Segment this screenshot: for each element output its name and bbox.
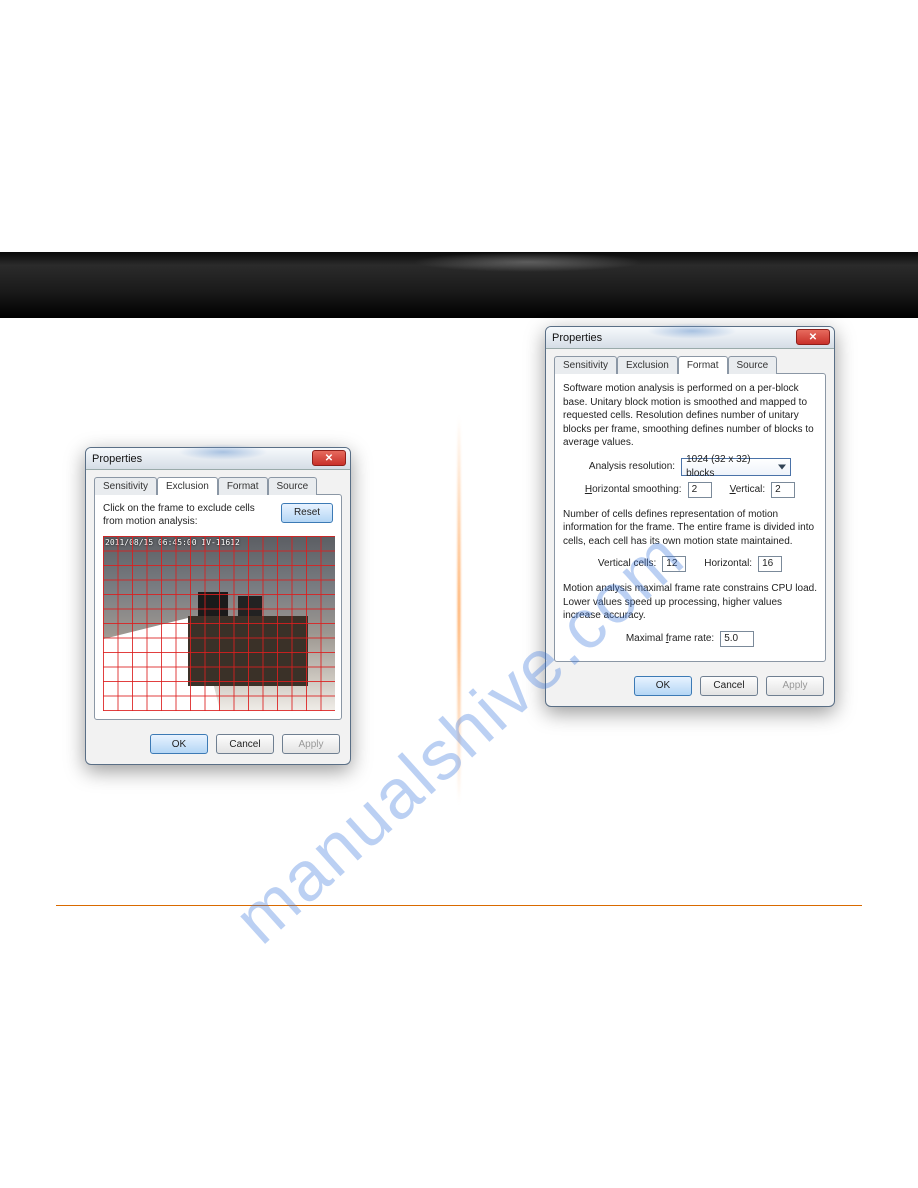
tab-exclusion[interactable]: Exclusion (617, 356, 678, 374)
analysis-resolution-select[interactable]: 1024 (32 x 32) blocks (681, 458, 791, 476)
close-icon: ✕ (325, 453, 333, 464)
titlebar[interactable]: Properties ✕ (546, 327, 834, 349)
tab-panel: Click on the frame to exclude cells from… (94, 494, 342, 720)
tab-format[interactable]: Format (218, 477, 268, 495)
titlebar[interactable]: Properties ✕ (86, 448, 350, 470)
tab-bar: Sensitivity Exclusion Format Source (86, 470, 350, 494)
tab-exclusion[interactable]: Exclusion (157, 477, 218, 495)
horizontal-cells-input[interactable]: 16 (758, 556, 782, 572)
tab-sensitivity[interactable]: Sensitivity (94, 477, 157, 495)
cancel-button[interactable]: Cancel (216, 734, 274, 754)
vertical-smoothing-label: Vertical: (730, 483, 766, 497)
window-title: Properties (92, 453, 142, 465)
tab-panel: Software motion analysis is performed on… (554, 373, 826, 662)
exclusion-grid[interactable] (103, 536, 335, 711)
center-light-flare (458, 330, 461, 890)
tab-format[interactable]: Format (678, 356, 728, 374)
page-header-band (0, 252, 918, 318)
window-title: Properties (552, 332, 602, 344)
cancel-button[interactable]: Cancel (700, 676, 758, 696)
vertical-cells-input[interactable]: 12 (662, 556, 686, 572)
motion-preview-frame[interactable]: 2011/08/15 06:45:00 IV-11612 (103, 536, 335, 711)
apply-button[interactable]: Apply (766, 676, 824, 696)
maximal-framerate-input[interactable]: 5.0 (720, 631, 754, 647)
ok-button[interactable]: OK (150, 734, 208, 754)
tab-source[interactable]: Source (728, 356, 778, 374)
cells-description: Number of cells defines representation o… (563, 508, 817, 549)
analysis-resolution-label: Analysis resolution: (589, 460, 675, 474)
format-intro-text: Software motion analysis is performed on… (563, 382, 817, 450)
dialog-button-row: OK Cancel Apply (86, 728, 350, 764)
apply-button[interactable]: Apply (282, 734, 340, 754)
footer-divider (56, 905, 862, 906)
maximal-framerate-label: Maximal frame rate: (626, 632, 714, 646)
framerate-description: Motion analysis maximal frame rate const… (563, 582, 817, 623)
close-icon: ✕ (809, 332, 817, 343)
tab-source[interactable]: Source (268, 477, 318, 495)
properties-dialog-exclusion: Properties ✕ Sensitivity Exclusion Forma… (85, 447, 351, 765)
horizontal-smoothing-label: Horizontal smoothing: (585, 483, 682, 497)
vertical-smoothing-input[interactable]: 2 (771, 482, 795, 498)
tab-bar: Sensitivity Exclusion Format Source (546, 349, 834, 373)
exclusion-description: Click on the frame to exclude cells from… (103, 503, 258, 528)
dialog-button-row: OK Cancel Apply (546, 670, 834, 706)
ok-button[interactable]: OK (634, 676, 692, 696)
close-button[interactable]: ✕ (312, 450, 346, 466)
horizontal-smoothing-input[interactable]: 2 (688, 482, 712, 498)
vertical-cells-label: Vertical cells: (598, 557, 656, 571)
tab-sensitivity[interactable]: Sensitivity (554, 356, 617, 374)
close-button[interactable]: ✕ (796, 329, 830, 345)
reset-button[interactable]: Reset (281, 503, 333, 523)
horizontal-cells-label: Horizontal: (704, 557, 752, 571)
properties-dialog-format: Properties ✕ Sensitivity Exclusion Forma… (545, 326, 835, 707)
